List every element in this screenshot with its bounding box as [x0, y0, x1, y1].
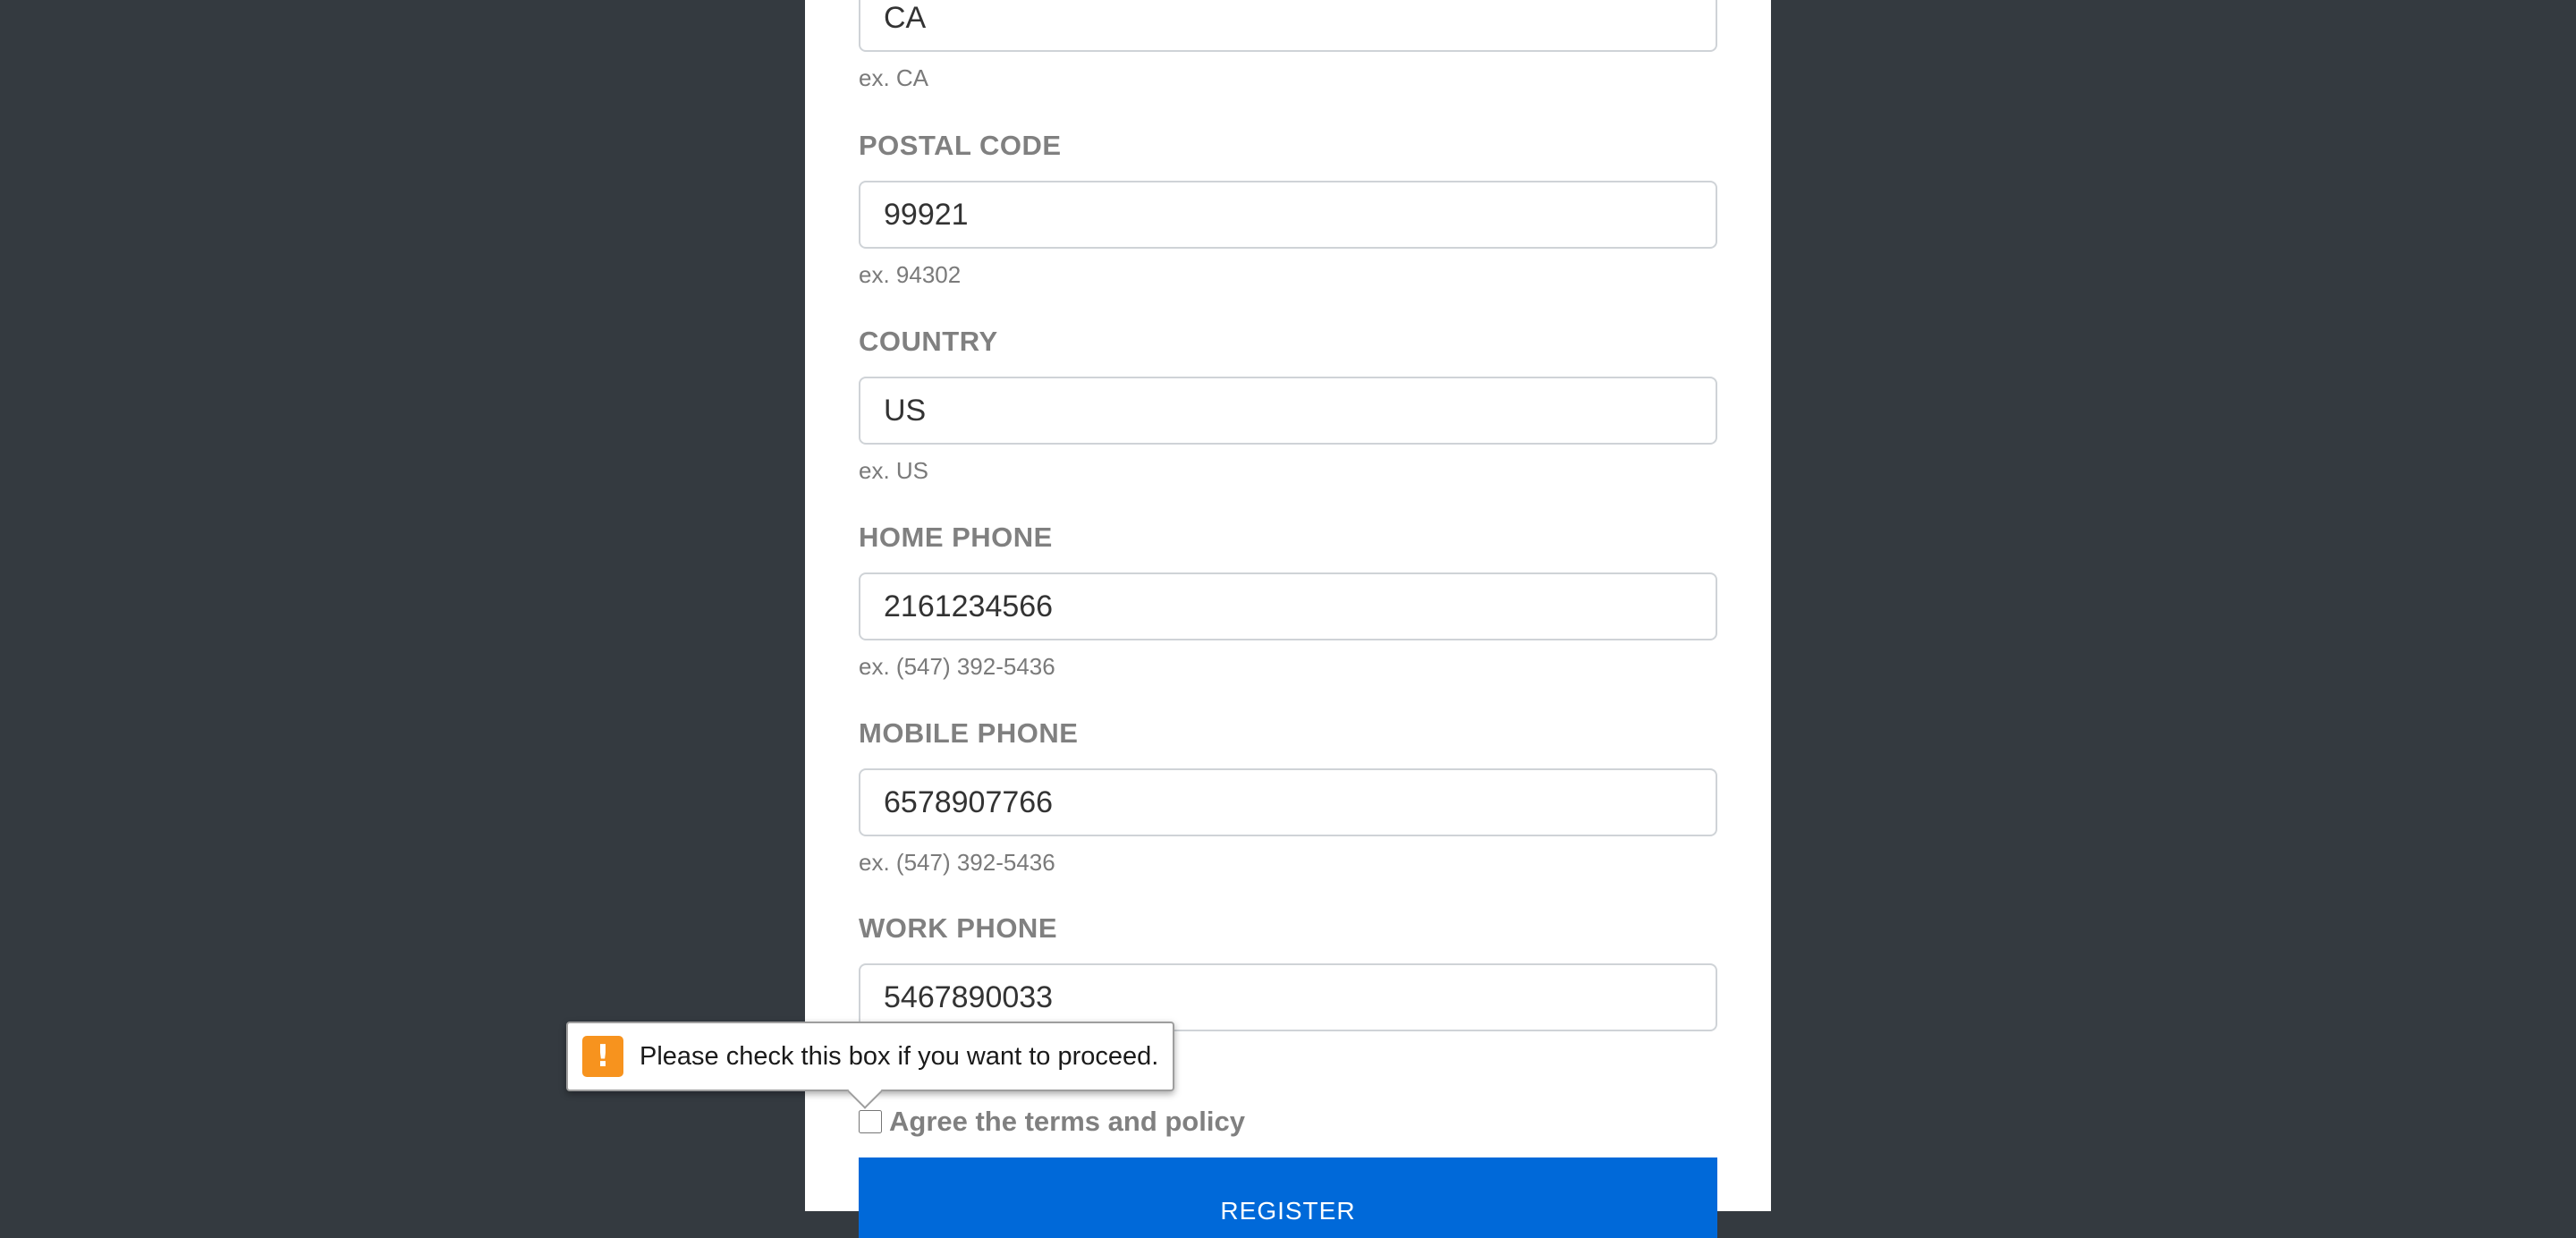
register-button[interactable]: REGISTER — [859, 1157, 1717, 1238]
country-field: COUNTRY ex. US — [859, 324, 1717, 486]
postal-code-label: POSTAL CODE — [859, 130, 1062, 161]
agree-terms-checkbox[interactable] — [859, 1110, 882, 1133]
validation-tooltip: ! Please check this box if you want to p… — [566, 1022, 1174, 1109]
home-phone-input[interactable] — [859, 572, 1717, 640]
mobile-phone-field: MOBILE PHONE ex. (547) 392-5436 — [859, 716, 1717, 878]
work-phone-field: WORK PHONE — [859, 911, 1717, 1031]
home-phone-hint: ex. (547) 392-5436 — [859, 653, 1055, 680]
postal-code-input[interactable] — [859, 181, 1717, 249]
state-input[interactable] — [859, 0, 1717, 52]
state-field: ex. CA — [859, 0, 1717, 93]
home-phone-field: HOME PHONE ex. (547) 392-5436 — [859, 520, 1717, 682]
state-hint: ex. CA — [859, 64, 929, 91]
postal-code-hint: ex. 94302 — [859, 261, 962, 288]
agree-terms-row: Agree the terms and policy — [859, 1106, 1245, 1138]
agree-terms-label[interactable]: Agree the terms and policy — [889, 1106, 1245, 1138]
work-phone-label: WORK PHONE — [859, 912, 1057, 944]
home-phone-label: HOME PHONE — [859, 521, 1053, 553]
country-hint: ex. US — [859, 457, 929, 484]
postal-code-field: POSTAL CODE ex. 94302 — [859, 128, 1717, 290]
warning-icon: ! — [582, 1036, 623, 1077]
country-input[interactable] — [859, 377, 1717, 445]
mobile-phone-input[interactable] — [859, 768, 1717, 836]
mobile-phone-hint: ex. (547) 392-5436 — [859, 849, 1055, 876]
validation-message: Please check this box if you want to pro… — [640, 1041, 1159, 1071]
country-label: COUNTRY — [859, 326, 998, 357]
mobile-phone-label: MOBILE PHONE — [859, 717, 1079, 749]
